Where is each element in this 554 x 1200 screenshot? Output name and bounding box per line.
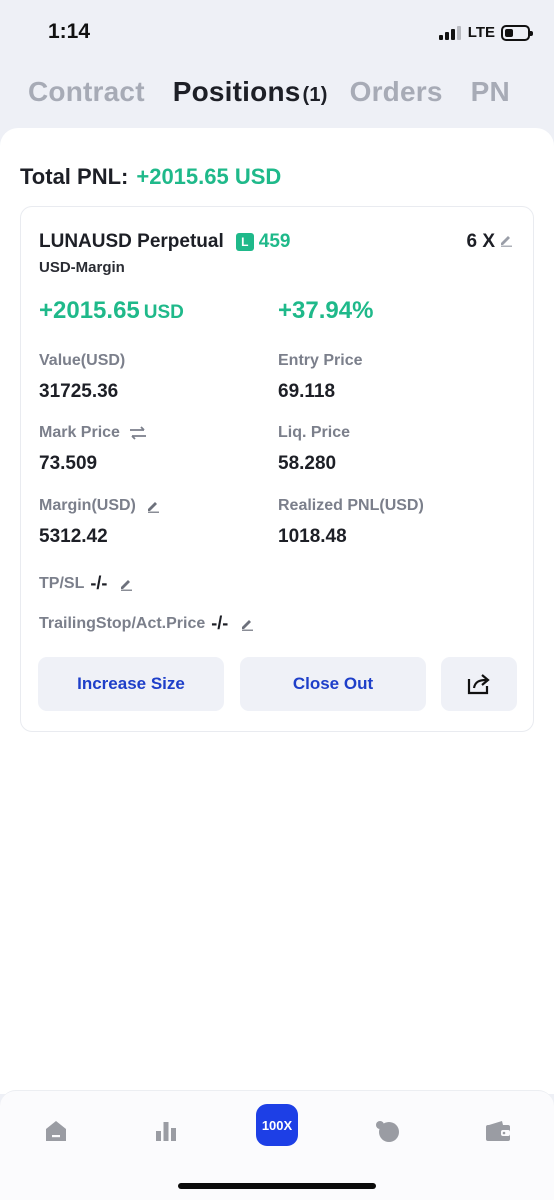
margin-label: Margin(USD): [39, 497, 136, 514]
leverage-value: 6 X: [466, 231, 495, 252]
trailing-stop-label: TrailingStop/Act.Price: [39, 614, 206, 632]
unrealized-pnl-usd: +2015.65 USD: [39, 297, 184, 325]
edit-margin-icon[interactable]: [146, 499, 160, 513]
home-icon[interactable]: [36, 1111, 76, 1151]
liq-price-field: Liq. Price 58.280: [278, 423, 350, 475]
total-pnl: Total PNL: +2015.65 USD: [20, 164, 281, 190]
value-field: Value(USD) 31725.36: [39, 351, 125, 403]
tab-positions[interactable]: Positions (1): [173, 76, 328, 108]
value-label: Value(USD): [39, 352, 126, 369]
battery-icon: [501, 24, 533, 41]
share-button[interactable]: [441, 657, 517, 711]
mark-price-value: 73.509: [39, 453, 98, 474]
signal-icon: [438, 25, 461, 40]
liq-price-value: 58.280: [278, 453, 337, 474]
status-time: 1:14: [48, 20, 91, 43]
mark-price-label: Mark Price: [39, 424, 120, 441]
mark-price-label-row: Mark Price: [39, 423, 148, 443]
long-badge: L: [235, 233, 254, 251]
leverage-control[interactable]: 6 X: [466, 231, 513, 253]
unrealized-pnl-unit: USD: [143, 302, 184, 323]
value-amount: 31725.36: [39, 381, 119, 402]
total-pnl-value: +2015.65 USD: [136, 164, 282, 189]
mark-price-field: Mark Price 73.509: [39, 423, 148, 475]
margin-type: USD-Margin: [39, 259, 125, 276]
wallet-icon[interactable]: [478, 1111, 518, 1151]
liq-price-label: Liq. Price: [278, 424, 351, 441]
unrealized-pnl-percent: +37.94%: [278, 297, 374, 324]
entry-price-field: Entry Price 69.118: [278, 351, 362, 403]
position-symbol[interactable]: LUNAUSD Perpetual: [39, 231, 224, 253]
close-out-button[interactable]: Close Out: [240, 657, 426, 711]
tab-pnl[interactable]: PN: [471, 76, 510, 108]
tab-positions-count: (1): [302, 84, 328, 106]
tpsl-label: TP/SL: [39, 574, 85, 592]
position-quantity: 459: [258, 231, 291, 252]
increase-size-button[interactable]: Increase Size: [38, 657, 224, 711]
realized-pnl-value: 1018.48: [278, 526, 347, 547]
edit-leverage-icon[interactable]: [499, 231, 513, 253]
status-indicators: LTE: [438, 24, 533, 41]
home-indicator: [178, 1183, 376, 1189]
tab-bar: Contract Positions (1) Orders PN: [28, 76, 538, 120]
tpsl-field: TP/SL -/-: [39, 573, 133, 594]
margin-label-row: Margin(USD): [39, 496, 160, 516]
status-bar: 1:14 LTE: [0, 0, 554, 66]
100x-button[interactable]: 100X: [256, 1104, 298, 1146]
network-label: LTE: [467, 24, 495, 41]
edit-tpsl-icon[interactable]: [119, 577, 133, 591]
trailing-stop-value: -/-: [211, 613, 229, 633]
margin-value: 5312.42: [39, 526, 108, 547]
unrealized-pnl-value: +2015.65: [39, 297, 140, 324]
entry-price-value: 69.118: [278, 381, 336, 402]
entry-price-label: Entry Price: [278, 352, 363, 369]
edit-trailing-stop-icon[interactable]: [240, 617, 254, 631]
position-header: LUNAUSD Perpetual L 459: [39, 231, 290, 253]
positions-panel: Total PNL: +2015.65 USD LUNAUSD Perpetual…: [0, 128, 554, 1094]
tab-positions-label: Positions: [172, 76, 301, 107]
tpsl-value: -/-: [90, 573, 108, 593]
margin-field: Margin(USD) 5312.42: [39, 496, 160, 548]
position-card: LUNAUSD Perpetual L 459 USD-Margin 6 X +…: [20, 206, 534, 732]
trailing-stop-field: TrailingStop/Act.Price -/-: [39, 613, 254, 634]
markets-icon[interactable]: [146, 1111, 186, 1151]
coin-icon[interactable]: [368, 1111, 408, 1151]
realized-pnl-field: Realized PNL(USD) 1018.48: [278, 496, 424, 548]
total-pnl-label: Total PNL:: [20, 164, 129, 189]
tab-orders[interactable]: Orders: [350, 76, 443, 108]
realized-pnl-label: Realized PNL(USD): [278, 497, 424, 514]
swap-icon[interactable]: [128, 426, 148, 440]
share-icon: [467, 673, 491, 695]
tab-contract[interactable]: Contract: [28, 76, 145, 108]
